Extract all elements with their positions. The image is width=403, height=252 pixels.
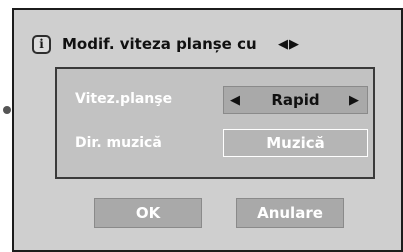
ok-button[interactable]: OK bbox=[94, 198, 202, 228]
settings-panel: Vitez.planşe ◀ Rapid ▶ Dir. muzică Muzic… bbox=[55, 67, 375, 179]
left-right-arrows-icon: ◀▶ bbox=[278, 37, 300, 52]
dialog-title: Modif. viteza planșe cu bbox=[62, 35, 257, 53]
dialog-title-bar: i Modif. viteza planșe cu ◀▶ bbox=[14, 10, 401, 58]
slide-speed-value: Rapid bbox=[271, 91, 320, 109]
slide-speed-label: Vitez.planşe bbox=[75, 91, 173, 107]
side-indicator-dot bbox=[3, 106, 11, 114]
slide-speed-selector[interactable]: ◀ Rapid ▶ bbox=[223, 86, 368, 114]
arrow-right-icon[interactable]: ▶ bbox=[349, 93, 359, 108]
slideshow-settings-dialog: i Modif. viteza planșe cu ◀▶ Vitez.planş… bbox=[12, 8, 403, 252]
music-folder-button[interactable]: Muzică bbox=[223, 129, 368, 157]
screen: i Modif. viteza planșe cu ◀▶ Vitez.planş… bbox=[0, 0, 403, 252]
music-folder-label: Dir. muzică bbox=[75, 135, 162, 151]
info-icon: i bbox=[32, 35, 51, 54]
cancel-button[interactable]: Anulare bbox=[236, 198, 344, 228]
